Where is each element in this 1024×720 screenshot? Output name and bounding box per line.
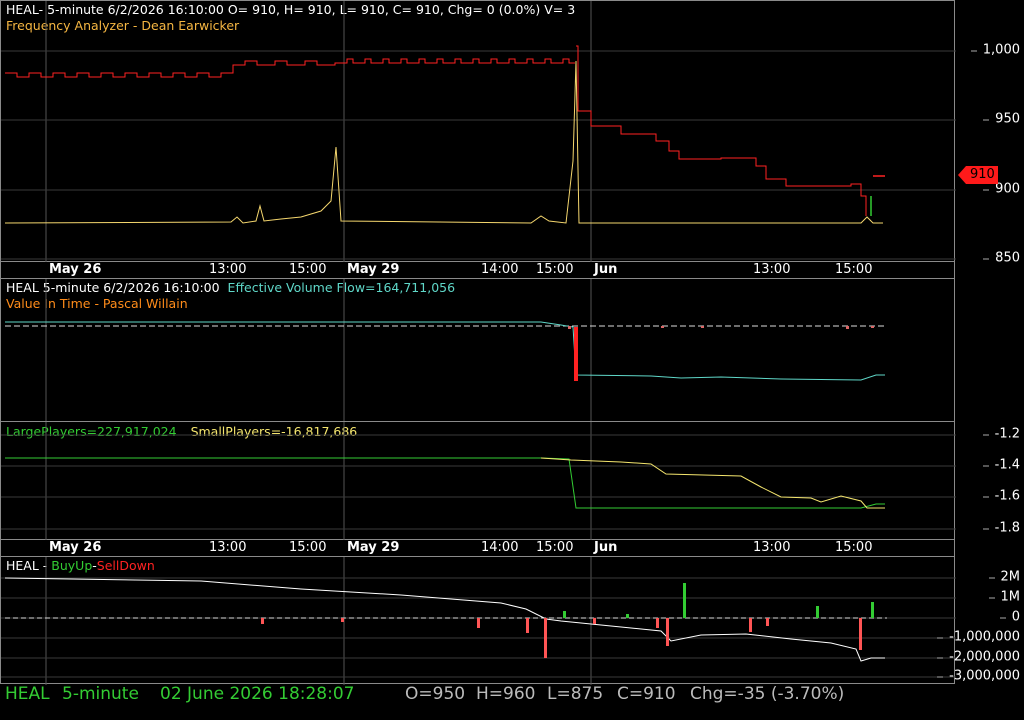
- players-chart: [1, 422, 956, 541]
- y-tick-neg1-6: -1.6: [982, 488, 1020, 504]
- buyup-bar: [816, 606, 819, 618]
- x-label-1500-c: 15:00: [835, 262, 873, 277]
- footer-close: C=910: [617, 684, 676, 704]
- vit-small-bar: [701, 326, 704, 328]
- x2-label-1500-a: 15:00: [289, 540, 327, 555]
- x2-label-1300-b: 13:00: [753, 540, 791, 555]
- footer-datetime: 02 June 2026 18:28:07: [160, 684, 355, 704]
- footer-symbol: HEAL: [5, 684, 50, 704]
- y-tick-0: 0: [999, 609, 1020, 625]
- selldown-bar: [859, 618, 862, 650]
- x-label-jun: Jun: [594, 262, 618, 277]
- selldown-bar: [477, 618, 480, 628]
- y-tick-1m: 1M: [988, 589, 1020, 605]
- x-label-1500-b: 15:00: [536, 262, 574, 277]
- vit-small-bar: [568, 326, 571, 329]
- x2-label-1300-a: 13:00: [209, 540, 247, 555]
- players-y-axis: -1.2 -1.4 -1.6 -1.8: [956, 421, 1024, 540]
- footer-open: O=950: [405, 684, 466, 704]
- x2-label-may26: May 26: [49, 540, 102, 555]
- buyup-bar: [626, 614, 629, 618]
- last-price-value: 910: [970, 167, 995, 182]
- last-price-tag: 910: [958, 166, 998, 184]
- effective-volume-flow-line: [5, 321, 885, 381]
- selldown-bar: [593, 618, 596, 624]
- x2-label-1500-b: 15:00: [536, 540, 574, 555]
- y-tick-neg1-4: -1.4: [982, 457, 1020, 473]
- selldown-bar: [656, 618, 659, 628]
- players-panel[interactable]: LargePlayers=227,917,024 SmallPlayers=-1…: [0, 421, 956, 541]
- buysell-chart: [1, 557, 956, 685]
- buyup-selldown-panel[interactable]: HEAL - BuyUp-SellDown: [0, 556, 956, 685]
- y-tick-neg1-2: -1.2: [982, 426, 1020, 442]
- y-tick-900: 900: [983, 181, 1020, 197]
- price-step-line-a: [5, 58, 575, 78]
- y-tick-neg1-8: -1.8: [982, 520, 1020, 536]
- price-y-axis: 1,000 950 900 850: [956, 0, 1024, 266]
- vit-small-bar: [871, 326, 874, 328]
- cumulative-line: [4, 577, 885, 662]
- value-in-time-chart: [5, 279, 887, 423]
- y-tick-950: 950: [983, 111, 1020, 127]
- time-axis-bottom: May 26 13:00 15:00 May 29 14:00 15:00 Ju…: [0, 540, 955, 556]
- x-label-may29: May 29: [347, 262, 400, 277]
- buyup-bar: [871, 602, 874, 618]
- frequency-analyzer-line: [4, 60, 883, 224]
- footer-low: L=875: [547, 684, 604, 704]
- value-in-time-panel[interactable]: HEAL 5-minute 6/2/2026 16:10:00 Effectiv…: [0, 278, 955, 423]
- price-panel[interactable]: HEAL- 5-minute 6/2/2026 16:10:00 O= 910,…: [0, 0, 956, 263]
- footer-high: H=960: [476, 684, 536, 704]
- buyup-bar: [563, 611, 566, 618]
- selldown-bar: [666, 618, 669, 646]
- selldown-bar: [749, 618, 752, 632]
- buyup-bar: [683, 583, 686, 618]
- status-footer: HEAL 5-minute 02 June 2026 18:28:07 O=95…: [0, 684, 1024, 708]
- x2-label-1400: 14:00: [481, 540, 519, 555]
- x2-label-1500-c: 15:00: [835, 540, 873, 555]
- buysell-y-axis: 2M 1M 0 -1,000,000 -2,000,000 -3,000,000: [937, 556, 1024, 684]
- vit-small-bar: [846, 326, 849, 329]
- y-tick-neg1m: -1,000,000: [937, 629, 1020, 645]
- y-tick-neg2m: -2,000,000: [937, 649, 1020, 665]
- selldown-bar: [526, 618, 529, 633]
- vit-small-bar: [661, 326, 664, 328]
- y-tick-1000: 1,000: [970, 42, 1020, 58]
- x2-label-jun: Jun: [594, 540, 618, 555]
- x-label-1500-a: 15:00: [289, 262, 327, 277]
- selldown-bar: [544, 618, 547, 658]
- footer-change: Chg=-35 (-3.70%): [690, 684, 845, 704]
- vit-sell-bar: [574, 327, 578, 381]
- x2-label-may29: May 29: [347, 540, 400, 555]
- y-tick-neg3m: -3,000,000: [937, 668, 1020, 684]
- y-tick-2m: 2M: [988, 569, 1020, 585]
- x-label-1300-b: 13:00: [753, 262, 791, 277]
- x-label-1400: 14:00: [481, 262, 519, 277]
- selldown-bar: [261, 618, 264, 624]
- footer-interval: 5-minute: [62, 684, 139, 704]
- price-chart: [1, 1, 956, 263]
- selldown-bar: [341, 618, 344, 622]
- x-label-may26: May 26: [49, 262, 102, 277]
- y-tick-850: 850: [983, 250, 1020, 266]
- x-label-1300-a: 13:00: [209, 262, 247, 277]
- selldown-bar: [766, 618, 769, 626]
- time-axis-top: May 26 13:00 15:00 May 29 14:00 15:00 Ju…: [0, 262, 955, 278]
